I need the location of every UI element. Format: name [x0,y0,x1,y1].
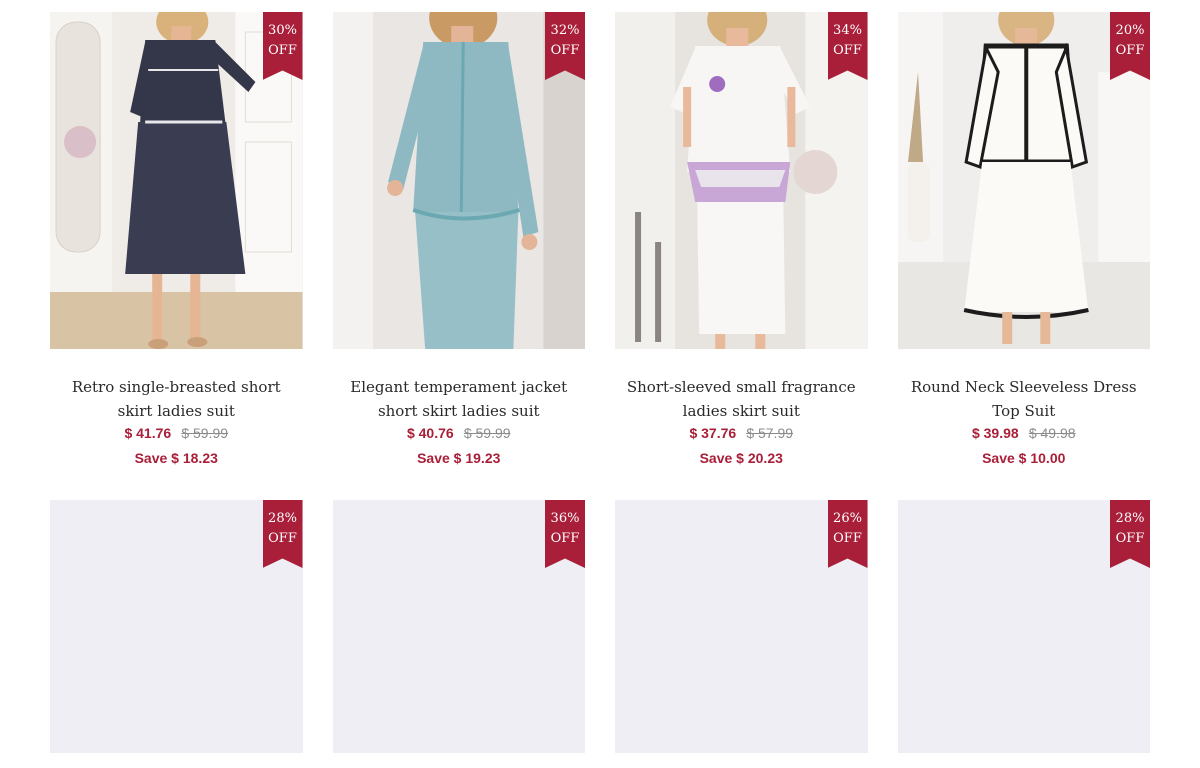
discount-off-label: OFF [550,43,580,58]
sale-price: $ 40.76 [406,425,454,441]
discount-off-label: OFF [1115,43,1145,58]
price-row: $ 39.98 $ 49.98 [898,423,1151,445]
discount-percent: 20% [1115,23,1145,38]
discount-percent: 32% [550,23,580,38]
product-card[interactable]: 28% OFF [897,500,1150,753]
discount-badge: 26% OFF [827,500,868,568]
original-price: $ 49.98 [1028,425,1076,441]
product-image[interactable]: 34% OFF [615,12,868,349]
product-image-placeholder[interactable]: 28% OFF [897,500,1150,753]
product-image-placeholder[interactable]: 36% OFF [332,500,585,753]
discount-percent: 36% [550,511,580,526]
original-price: $ 59.99 [181,425,229,441]
product-card[interactable]: 34% OFF Short-sleeved small fragrance la… [615,12,868,471]
discount-badge: 28% OFF [262,500,303,568]
discount-percent: 28% [268,511,297,526]
discount-off-label: OFF [268,531,297,546]
product-card[interactable]: 36% OFF [332,500,585,753]
original-price: $ 59.99 [463,425,511,441]
discount-percent: 26% [833,511,862,526]
original-price: $ 57.99 [746,425,794,441]
product-title[interactable]: Retro single-breasted short skirt ladies… [56,375,297,423]
product-title[interactable]: Round Neck Sleeveless Dress Top Suit [904,375,1145,423]
discount-badge: 28% OFF [1110,500,1150,568]
discount-badge: 36% OFF [545,500,585,568]
sale-price: $ 41.76 [124,425,172,441]
price-row: $ 41.76 $ 59.99 [50,423,303,445]
product-title[interactable]: Short-sleeved small fragrance ladies ski… [621,375,862,423]
savings-label: Save $ 20.23 [699,450,783,466]
savings-label: Save $ 10.00 [982,450,1066,466]
price-row: $ 40.76 $ 59.99 [333,423,586,445]
product-image-placeholder[interactable]: 28% OFF [50,500,303,753]
discount-percent: 28% [1115,511,1145,526]
savings-label: Save $ 19.23 [417,450,501,466]
product-image[interactable]: 30% OFF [50,12,303,349]
product-grid-row-1: 30% OFF Retro single-breasted short skir… [50,12,1150,471]
savings-label: Save $ 18.23 [134,450,218,466]
discount-off-label: OFF [1115,531,1145,546]
product-title[interactable]: Elegant temperament jacket short skirt l… [339,375,580,423]
discount-percent: 30% [268,23,297,38]
price-row: $ 37.76 $ 57.99 [615,423,868,445]
product-image[interactable]: 32% OFF [332,12,585,349]
discount-badge: 34% OFF [827,12,868,80]
product-card[interactable]: 20% OFF Round Neck Sleeveless Dress Top … [897,12,1151,471]
discount-badge: 20% OFF [1110,12,1150,80]
product-grid-row-2: 28% OFF 36% OFF 26% OFF 28% OFF [50,500,1150,753]
discount-badge: 32% OFF [545,12,585,80]
product-card[interactable]: 30% OFF Retro single-breasted short skir… [50,12,303,471]
product-image[interactable]: 20% OFF [897,12,1150,349]
discount-off-label: OFF [833,43,862,58]
discount-off-label: OFF [833,531,862,546]
discount-off-label: OFF [550,531,580,546]
discount-percent: 34% [833,23,862,38]
product-card[interactable]: 26% OFF [615,500,868,753]
discount-badge: 30% OFF [262,12,303,80]
sale-price: $ 37.76 [689,425,737,441]
product-card[interactable]: 32% OFF Elegant temperament jacket short… [332,12,586,471]
product-card[interactable]: 28% OFF [50,500,303,753]
sale-price: $ 39.98 [971,425,1019,441]
discount-off-label: OFF [268,43,297,58]
product-image-placeholder[interactable]: 26% OFF [615,500,868,753]
